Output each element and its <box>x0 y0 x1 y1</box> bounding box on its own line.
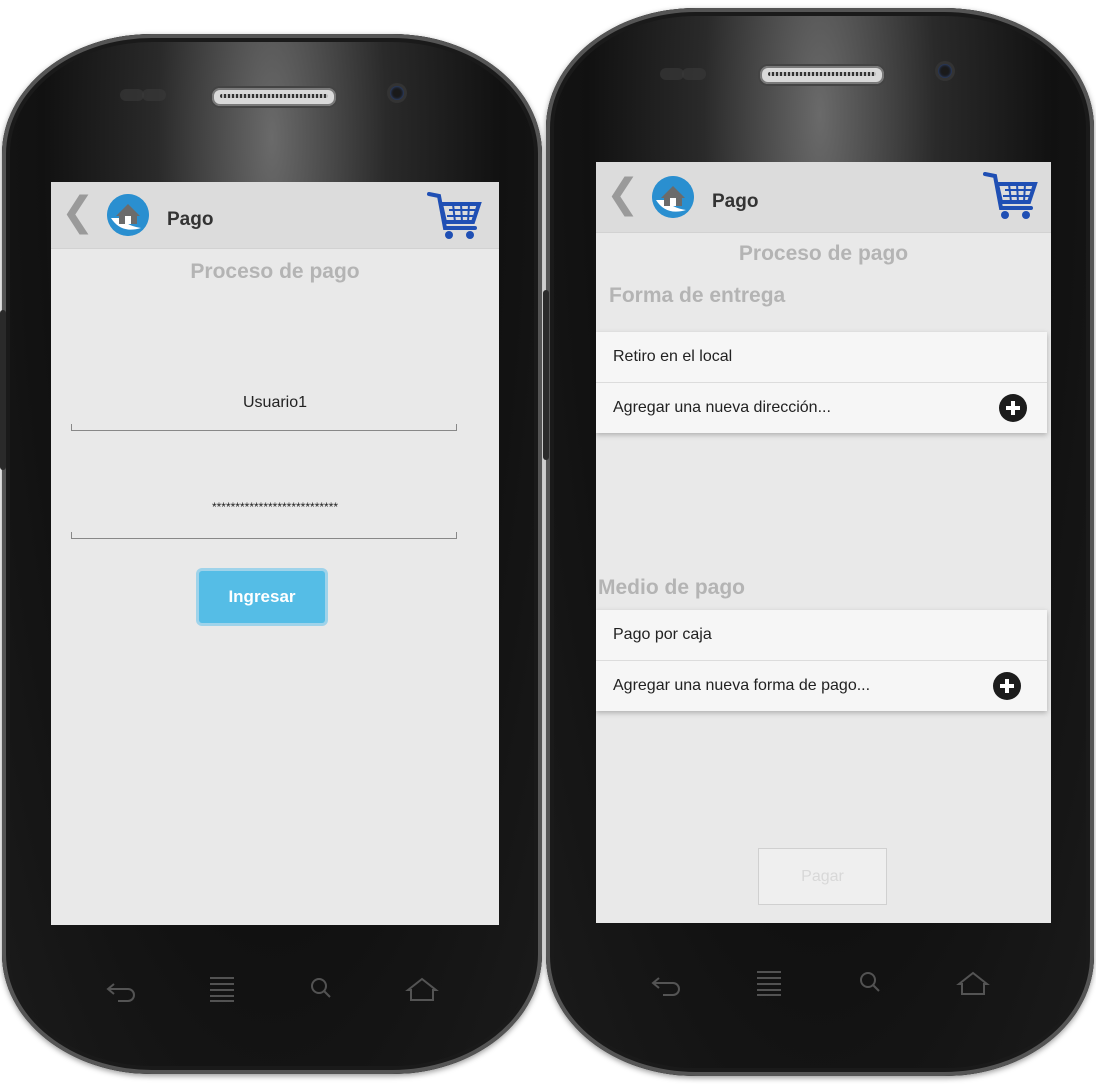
delivery-section-title: Forma de entrega <box>609 284 786 307</box>
back-arrow-icon[interactable] <box>649 968 685 998</box>
payment-list: Pago por caja Agregar una nueva forma de… <box>596 610 1047 711</box>
list-item-label: Agregar una nueva dirección... <box>613 399 831 416</box>
pagar-button[interactable]: Pagar <box>758 848 887 905</box>
menu-icon[interactable] <box>751 968 787 998</box>
front-camera <box>938 64 952 78</box>
ingresar-button[interactable]: Ingresar <box>196 568 328 626</box>
header-title: Pago <box>167 209 214 230</box>
house-logo-icon <box>107 194 149 236</box>
speaker <box>758 64 886 86</box>
shopping-cart-icon[interactable] <box>981 168 1041 233</box>
proximity-sensor <box>660 68 684 80</box>
delivery-list: Retiro en el local Agregar una nueva dir… <box>596 332 1047 433</box>
password-field[interactable]: *************************** <box>51 500 499 514</box>
page-heading: Proceso de pago <box>190 260 360 283</box>
ingresar-button-label: Ingresar <box>199 571 325 623</box>
list-item-label: Retiro en el local <box>613 348 733 365</box>
chevron-left-icon[interactable]: ❮ <box>606 174 640 214</box>
menu-icon[interactable] <box>204 974 240 1004</box>
front-camera <box>390 86 404 100</box>
house-logo-icon <box>652 176 694 218</box>
home-icon[interactable] <box>955 968 991 998</box>
plus-circle-icon[interactable] <box>999 394 1027 422</box>
search-icon[interactable] <box>853 968 889 998</box>
search-icon[interactable] <box>304 974 340 1004</box>
username-field[interactable]: Usuario1 <box>51 394 499 412</box>
side-button-left <box>0 310 6 470</box>
nav-bar <box>72 969 472 1009</box>
add-payment-item[interactable]: Agregar una nueva forma de pago... <box>596 661 1047 711</box>
list-item-label: Pago por caja <box>613 626 712 643</box>
list-item[interactable]: Retiro en el local <box>596 332 1047 383</box>
password-underline <box>71 532 457 539</box>
screen-left: ❮ Pago Proceso de pago Usuario1 ********… <box>51 182 499 925</box>
light-sensor <box>142 89 166 101</box>
proximity-sensor <box>120 89 144 101</box>
username-underline <box>71 424 457 431</box>
add-address-item[interactable]: Agregar una nueva dirección... <box>596 383 1047 433</box>
nav-bar <box>616 963 1024 1003</box>
app-header: ❮ Pago <box>51 182 499 249</box>
plus-circle-icon[interactable] <box>993 672 1021 700</box>
light-sensor <box>682 68 706 80</box>
speaker <box>210 86 338 108</box>
side-button-right <box>543 290 549 460</box>
list-item[interactable]: Pago por caja <box>596 610 1047 661</box>
payment-section-title: Medio de pago <box>598 576 745 599</box>
header-title: Pago <box>712 191 759 212</box>
app-header: ❮ Pago <box>596 162 1051 233</box>
page-heading: Proceso de pago <box>738 242 909 265</box>
screen-right: ❮ Pago Proceso de pago Forma de entrega … <box>596 162 1051 923</box>
chevron-left-icon[interactable]: ❮ <box>61 192 95 232</box>
back-arrow-icon[interactable] <box>104 974 140 1004</box>
shopping-cart-icon[interactable] <box>425 188 485 253</box>
list-item-label: Agregar una nueva forma de pago... <box>613 677 871 694</box>
home-icon[interactable] <box>404 974 440 1004</box>
